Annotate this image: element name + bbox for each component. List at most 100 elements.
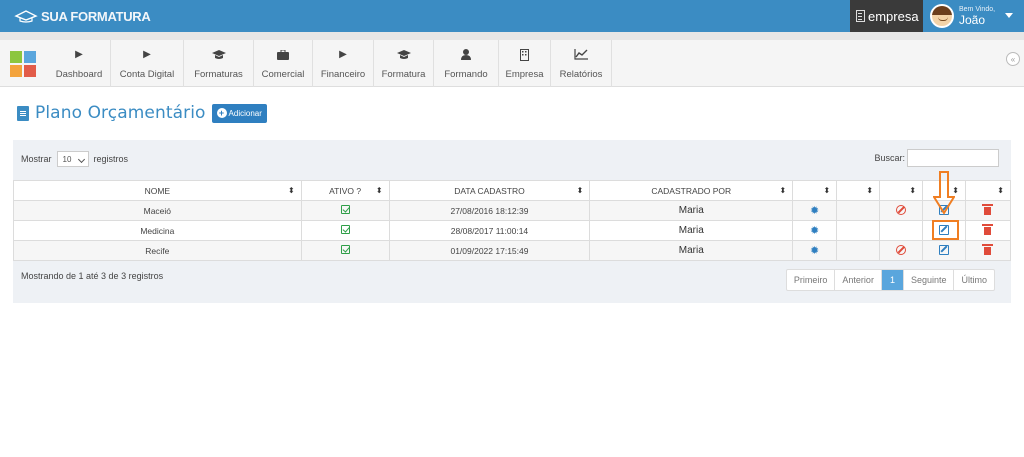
nav-empresa[interactable]: Empresa (499, 40, 551, 87)
cell-config: ✹ (792, 200, 838, 221)
column-header-cadastrado[interactable]: CADASTRADO POR ⬍ (589, 180, 794, 201)
user-menu[interactable]: Bem Vindo, João (926, 0, 1024, 32)
cell-nome: Recife (13, 240, 302, 261)
user-name: João (959, 13, 986, 27)
line-chart-icon (574, 49, 588, 60)
nav-conta-digital[interactable]: ▶ Conta Digital (111, 40, 184, 87)
sort-icon: ⬍ (779, 186, 787, 195)
ban-icon[interactable] (896, 244, 907, 255)
pagination: Primeiro Anterior 1 Seguinte Último (785, 269, 995, 291)
gear-icon[interactable]: ✹ (810, 245, 819, 257)
trash-icon[interactable] (982, 243, 994, 255)
sort-icon: ⬍ (576, 186, 584, 195)
page-next-button[interactable]: Seguinte (904, 270, 955, 290)
highlight-box (932, 220, 959, 240)
sort-icon: ⬍ (287, 186, 295, 195)
sort-icon: ⬍ (997, 186, 1004, 195)
cell-empty (836, 240, 881, 261)
table-row: Maceió 27/08/2016 18:12:39 Maria ✹ (13, 200, 1012, 221)
main-nav: ▶ Dashboard ▶ Conta Digital Formaturas C… (0, 40, 1024, 87)
column-header-delete[interactable]: ⬍ (964, 180, 1012, 201)
check-square-icon (340, 225, 350, 234)
apps-grid-icon[interactable] (10, 51, 36, 77)
logo[interactable]: SUA FORMATURA (14, 8, 151, 24)
page-prev-button[interactable]: Anterior (835, 270, 882, 290)
page-first-button[interactable]: Primeiro (787, 270, 836, 290)
add-button-label: Adicionar (228, 108, 262, 118)
graduation-cap-logo-icon (14, 10, 38, 23)
document-icon (17, 105, 29, 121)
nav-label: Dashboard (55, 69, 103, 80)
nav-label: Formando (444, 69, 488, 80)
play-icon: ▶ (75, 49, 83, 60)
add-button[interactable]: + Adicionar (211, 103, 267, 123)
top-separator (0, 32, 1024, 40)
page-current-button[interactable]: 1 (881, 270, 904, 290)
nav-label: Empresa (505, 69, 544, 80)
table-row: Medicina 28/08/2017 11:00:14 Maria ✹ (13, 220, 1012, 241)
nav-comercial[interactable]: Comercial (254, 40, 313, 87)
column-header-disable[interactable]: ⬍ (879, 180, 924, 201)
table-info: Mostrando de 1 até 3 de 3 registros (21, 271, 164, 281)
page-title: Plano Orçamentário (35, 103, 206, 123)
cell-nome: Medicina (13, 220, 302, 241)
page-length-select[interactable]: 10 (56, 151, 89, 167)
search-control: Buscar: (874, 149, 999, 167)
trash-icon[interactable] (982, 223, 994, 235)
edit-icon[interactable] (939, 244, 949, 255)
table-panel: Mostrar 10 registros Buscar: NOME ⬍ ATIVO… (13, 140, 1012, 303)
check-square-icon (340, 205, 350, 214)
sort-icon: ⬍ (909, 186, 917, 195)
column-header-nome[interactable]: NOME ⬍ (13, 180, 302, 201)
gear-icon[interactable]: ✹ (810, 205, 819, 217)
trash-icon[interactable] (982, 203, 994, 215)
nav-formando[interactable]: Formando (434, 40, 499, 87)
nav-formaturas[interactable]: Formaturas (184, 40, 254, 87)
avatar (930, 4, 954, 28)
column-header-data[interactable]: DATA CADASTRO ⬍ (388, 180, 591, 201)
sort-icon: ⬍ (823, 186, 831, 195)
cell-ativo (300, 240, 390, 261)
cell-data: 27/08/2016 18:12:39 (388, 200, 591, 221)
empresa-button[interactable]: empresa (850, 0, 923, 32)
show-label: Mostrar (21, 154, 52, 164)
records-label: registros (93, 154, 129, 164)
check-square-icon (340, 245, 350, 254)
column-header-extra[interactable]: ⬍ (836, 180, 881, 201)
nav-dashboard[interactable]: ▶ Dashboard (48, 40, 111, 87)
collapse-sidebar-icon[interactable]: « (1006, 52, 1020, 66)
empresa-label: empresa (868, 8, 919, 24)
cell-cadastrado-por: Maria (589, 240, 794, 261)
cell-empty (836, 220, 881, 241)
plus-icon: + (216, 108, 227, 118)
cell-disable (879, 200, 924, 221)
nav-label: Comercial (261, 69, 305, 80)
page-header: Plano Orçamentário + Adicionar (17, 103, 267, 123)
nav-financeiro[interactable]: ▶ Financeiro (313, 40, 374, 87)
arrow-down-icon (933, 171, 955, 215)
page-last-button[interactable]: Último (954, 270, 994, 290)
cell-nome: Maceió (13, 200, 302, 221)
briefcase-icon (277, 49, 289, 60)
cell-ativo (300, 200, 390, 221)
cell-config: ✹ (792, 220, 838, 241)
cell-config: ✹ (792, 240, 838, 261)
column-header-ativo[interactable]: ATIVO ? ⬍ (300, 180, 390, 201)
nav-label: Formatura (381, 69, 426, 80)
cell-ativo (300, 220, 390, 241)
ban-icon[interactable] (896, 204, 907, 215)
cell-cadastrado-por: Maria (589, 220, 794, 241)
column-header-config[interactable]: ⬍ (792, 180, 838, 201)
search-input[interactable] (907, 149, 999, 167)
building-icon (520, 48, 529, 61)
logo-text: SUA FORMATURA (41, 8, 151, 24)
page-length-control: Mostrar 10 registros (21, 151, 128, 167)
cell-cadastrado-por: Maria (589, 200, 794, 221)
graduation-cap-icon (211, 49, 226, 60)
nav-formatura[interactable]: Formatura (374, 40, 434, 87)
data-table: NOME ⬍ ATIVO ? ⬍ DATA CADASTRO ⬍ CADASTRADO… (13, 180, 1012, 261)
nav-relatorios[interactable]: Relatórios (551, 40, 612, 87)
top-bar: SUA FORMATURA empresa Bem Vindo, João (0, 0, 1024, 32)
gear-icon[interactable]: ✹ (810, 225, 819, 237)
graduation-cap-icon (396, 49, 411, 60)
